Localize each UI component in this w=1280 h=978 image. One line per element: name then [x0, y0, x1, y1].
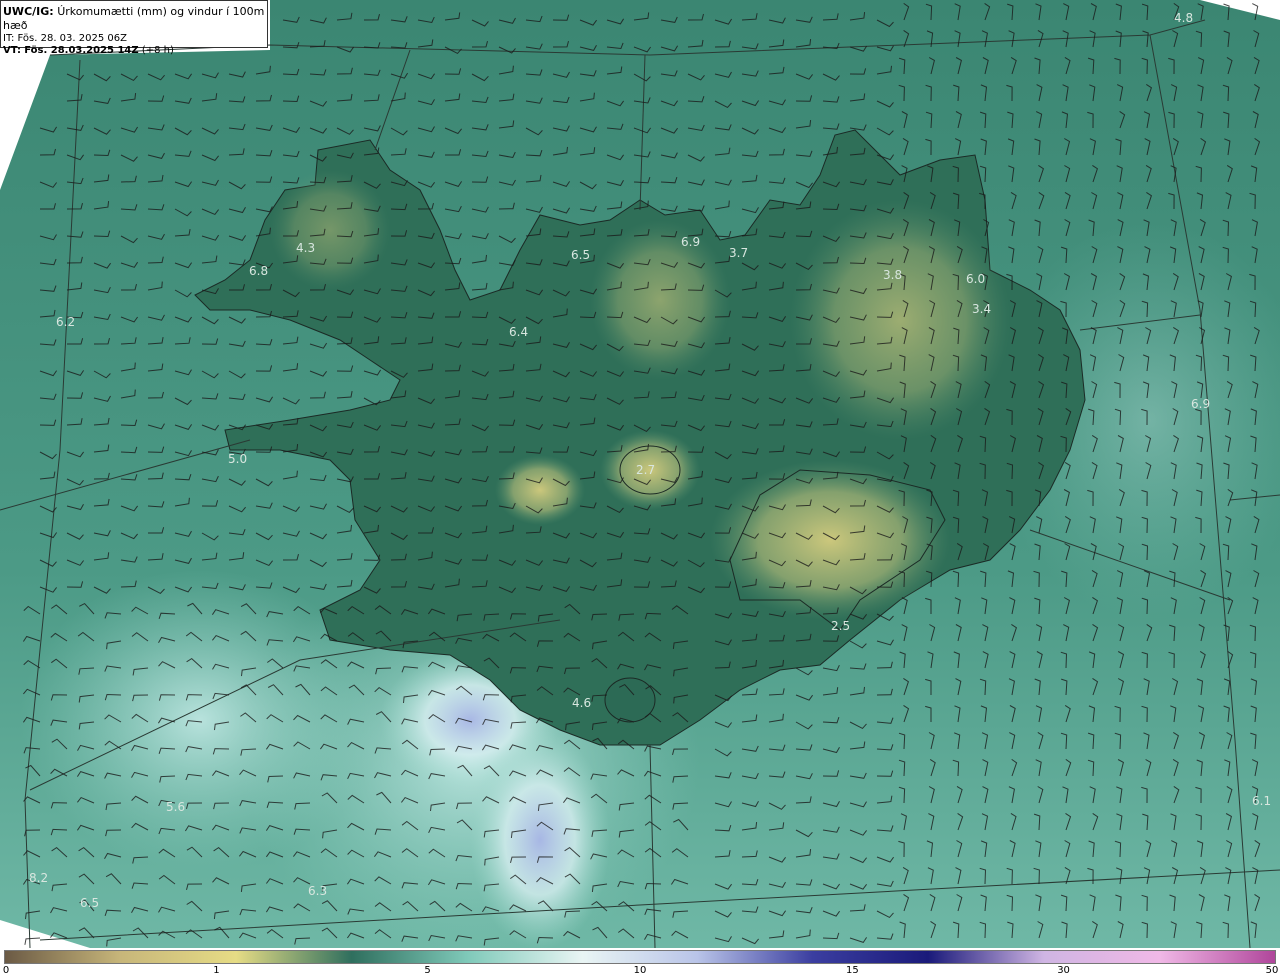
map-label: 6.5 [80, 896, 99, 910]
colorbar-tick: 10 [633, 965, 647, 976]
lead-time: (+8 h) [141, 45, 174, 56]
colorbar-tick: 15 [846, 965, 859, 976]
forecast-info-box: UWC/IG: Úrkomumætti (mm) og vindur í 100… [0, 0, 268, 56]
model-name: UWC/IG: [3, 5, 54, 18]
map-label: 6.0 [966, 272, 985, 286]
map-label: 4.6 [572, 696, 591, 710]
map-canvas: 4.8 4.3 6.8 6.2 6.5 6.9 3.7 3.8 6.0 3.4 … [0, 0, 1280, 948]
map-label: 2.7 [636, 463, 655, 477]
map-label: 8.2 [29, 871, 48, 885]
north-highland [590, 220, 730, 380]
map-label: 6.1 [1252, 794, 1271, 808]
colorbar-strip [4, 950, 1276, 964]
valid-label: VT: [3, 45, 22, 56]
map-label: 3.7 [729, 246, 748, 260]
title-line: UWC/IG: Úrkomumætti (mm) og vindur í 100… [3, 5, 267, 33]
map-label: 6.3 [308, 884, 327, 898]
map-label: 6.9 [1191, 397, 1210, 411]
precipitation-wind-map[interactable]: 4.8 4.3 6.8 6.2 6.5 6.9 3.7 3.8 6.0 3.4 … [0, 0, 1280, 948]
map-label: 4.8 [1174, 11, 1193, 25]
colorbar-tick: 30 [1057, 965, 1070, 976]
init-time: Fös. 28. 03. 2025 06Z [17, 33, 127, 44]
map-label: 6.8 [249, 264, 268, 278]
langjokull-highland [495, 455, 585, 525]
map-label: 6.2 [56, 315, 75, 329]
map-label: 6.5 [571, 248, 590, 262]
init-label: IT: [3, 33, 15, 44]
map-label: 2.5 [831, 619, 850, 633]
map-label: 5.6 [166, 800, 185, 814]
init-time-line: IT: Fös. 28. 03. 2025 06Z [3, 33, 267, 45]
precip-core-2 [470, 730, 610, 948]
colorbar-tick: 1 [213, 965, 220, 976]
vatnajokull-highland [710, 460, 950, 620]
map-label: 6.9 [681, 235, 700, 249]
precip-colorbar: 0 1 5 10 15 30 50 [0, 948, 1280, 978]
map-label: 3.4 [972, 302, 991, 316]
map-label: 6.4 [509, 325, 528, 339]
valid-time-line: VT: Fös. 28.03.2025 14Z (+8 h) [3, 45, 267, 57]
colorbar-tick: 5 [424, 965, 431, 976]
colorbar-tick: 0 [2, 965, 10, 976]
westfjords-highland [270, 170, 390, 290]
valid-time: Fös. 28.03.2025 14Z [24, 45, 139, 56]
colorbar-tick: 50 [1265, 965, 1279, 976]
map-label: 3.8 [883, 268, 902, 282]
map-label: 5.0 [228, 452, 247, 466]
map-label: 4.3 [296, 241, 315, 255]
